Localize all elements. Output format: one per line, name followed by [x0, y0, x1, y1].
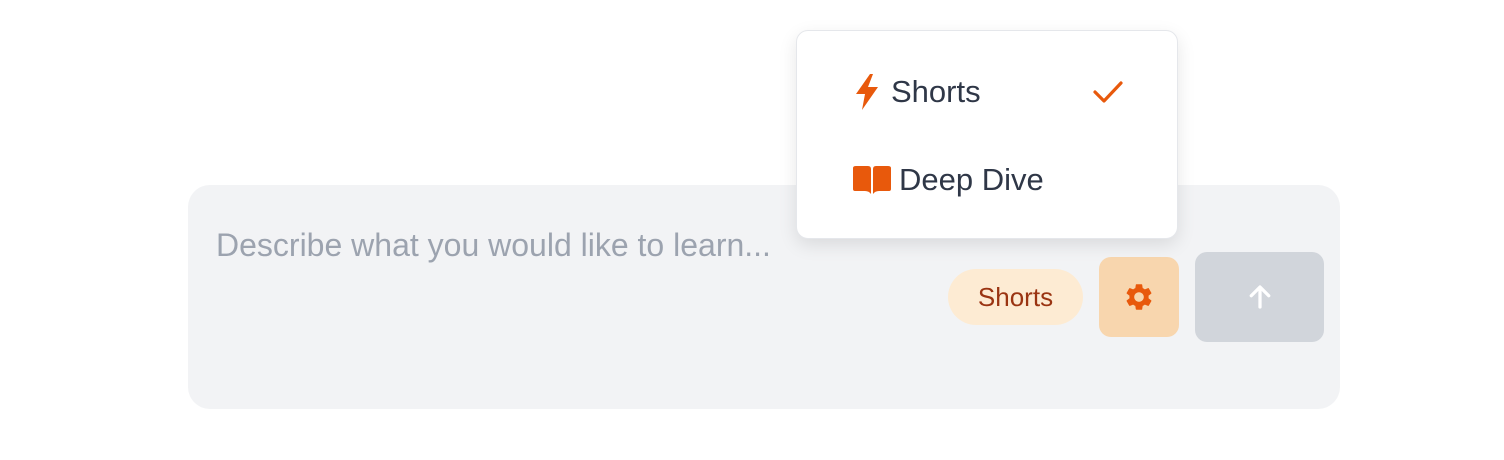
settings-button[interactable] [1099, 257, 1179, 337]
menu-item-shorts[interactable]: Shorts [797, 57, 1177, 127]
menu-item-label: Deep Dive [899, 162, 1044, 197]
arrow-up-icon [1249, 285, 1270, 309]
submit-button[interactable] [1195, 252, 1324, 342]
menu-item-label: Shorts [891, 74, 981, 109]
mode-selector-button[interactable]: Shorts [948, 269, 1083, 325]
checkmark-icon [1092, 79, 1124, 110]
mode-dropdown-menu: Shorts Deep Dive [796, 30, 1178, 239]
lightning-bolt-icon [854, 74, 880, 110]
open-book-icon [853, 166, 891, 194]
page: Shorts Shorts [0, 0, 1504, 460]
menu-item-deep-dive[interactable]: Deep Dive [797, 145, 1177, 215]
gear-icon [1126, 284, 1152, 310]
